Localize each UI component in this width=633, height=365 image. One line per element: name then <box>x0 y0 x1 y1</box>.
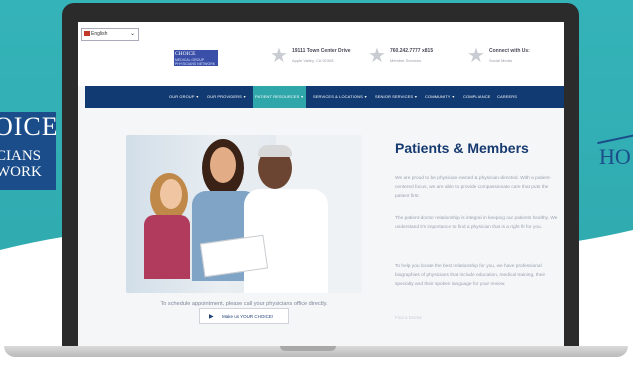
biographies-paragraph: To help you locate the best relationship… <box>395 264 546 287</box>
caret-down-icon: ▼ <box>451 95 456 99</box>
caret-down-icon: ▼ <box>414 95 418 99</box>
nav-careers[interactable]: CAREERS <box>497 94 517 99</box>
left-logo-line2: CIANS <box>0 148 42 164</box>
laptop-screen: English ⌄ CHOICE MEDICAL GROUP PHYSICIAN… <box>78 22 564 346</box>
nav-label: COMPLIANCE <box>463 94 491 99</box>
header-address-title: 19111 Town Center Drive <box>292 48 351 54</box>
flag-icon <box>84 31 90 36</box>
chevron-down-icon: ⌄ <box>129 31 135 37</box>
background-logo-right: HO <box>593 134 633 174</box>
photo-child-body <box>144 215 190 279</box>
find-doctor-link[interactable]: Find a Doctor <box>395 315 422 320</box>
star-icon: ★ <box>270 45 288 67</box>
nav-services-locations[interactable]: SERVICES & LOCATIONS▼ <box>313 94 367 99</box>
photo-child-face <box>160 179 182 209</box>
brand-sub: MEDICAL GROUP PHYSICIANS NETWORK <box>175 58 216 66</box>
right-logo-stroke <box>597 134 633 145</box>
star-icon: ★ <box>368 45 386 67</box>
laptop-notch <box>280 346 336 351</box>
caret-down-icon: ▼ <box>300 95 304 99</box>
site-header: English ⌄ CHOICE MEDICAL GROUP PHYSICIAN… <box>78 22 564 86</box>
star-icon: ★ <box>467 45 485 67</box>
main-navigation: OUR GROUP▼ OUR PROVIDERS▼ PATIENT RESOUR… <box>85 86 564 108</box>
relationship-paragraph: The patient-doctor relationship is integ… <box>395 216 558 230</box>
nav-label: SERVICES & LOCATIONS <box>313 94 363 99</box>
nav-compliance[interactable]: COMPLIANCE <box>463 94 490 99</box>
photo-mother-face <box>210 147 236 183</box>
caret-down-icon: ▼ <box>363 95 368 99</box>
nav-senior-services[interactable]: SENIOR SERVICES▼ <box>375 94 418 99</box>
photo-doctor-hair <box>258 145 292 157</box>
nav-label: OUR PROVIDERS <box>207 94 242 99</box>
nav-label: PATIENT RESOURCES <box>255 94 300 99</box>
header-phone-title: 760.242.7777 x815 <box>390 48 434 54</box>
intro-paragraph: We are proud to be physician-owned & phy… <box>395 176 552 199</box>
left-logo-line3: WORK <box>0 164 42 180</box>
brand-name: CHOICE <box>175 51 196 57</box>
make-us-your-choice-button[interactable]: ▶ Make us YOUR CHOICE! <box>199 308 289 324</box>
left-logo-sub: CIANS WORK <box>0 148 42 180</box>
header-phone-sub: Member Services <box>390 58 422 63</box>
nav-patient-resources[interactable]: PATIENT RESOURCES▼ <box>253 86 306 108</box>
appointment-note: To schedule appointment, please call you… <box>160 301 328 307</box>
language-select[interactable]: English ⌄ <box>81 28 139 41</box>
play-icon: ▶ <box>209 314 214 320</box>
page-title: Patients & Members <box>395 140 529 156</box>
caret-down-icon: ▼ <box>195 95 200 99</box>
doctor-family-photo <box>126 135 362 293</box>
nav-our-providers[interactable]: OUR PROVIDERS▼ <box>207 94 246 99</box>
nav-community[interactable]: COMMUNITY▼ <box>425 94 455 99</box>
header-social-sub: Social Media <box>489 58 512 63</box>
site-logo[interactable]: CHOICE MEDICAL GROUP PHYSICIANS NETWORK <box>174 50 218 66</box>
button-label: Make us YOUR CHOICE! <box>222 314 274 319</box>
header-address-sub: Apple Valley, CA 92308 <box>292 58 334 63</box>
nav-label: OUR GROUP <box>169 94 195 99</box>
nav-our-group[interactable]: OUR GROUP▼ <box>169 94 199 99</box>
language-value: English <box>91 31 108 37</box>
background-logo-left: OICE CIANS WORK <box>0 112 56 190</box>
caret-down-icon: ▼ <box>242 95 247 99</box>
nav-label: SENIOR SERVICES <box>375 94 414 99</box>
right-logo-text: HO <box>599 144 631 169</box>
header-social-title: Connect with Us: <box>489 48 530 54</box>
nav-label: CAREERS <box>497 94 518 99</box>
left-logo-text: OICE <box>0 112 56 141</box>
nav-label: COMMUNITY <box>425 94 451 99</box>
